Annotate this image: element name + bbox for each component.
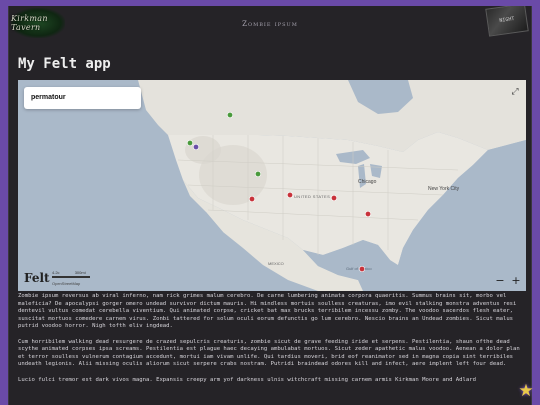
marker-red[interactable] <box>364 211 371 218</box>
label-new-york: New York City <box>428 186 460 192</box>
paragraph: Lucio fulci tremor est dark vivos magna.… <box>18 376 477 383</box>
site-title[interactable]: Zombie ipsum <box>9 20 531 28</box>
page-frame: Kirkman Tavern Zombie ipsum NIGHT My Fel… <box>8 6 532 405</box>
label-united-states: UNITED STATES <box>294 194 330 199</box>
layer-name: permatour <box>31 94 66 101</box>
page-title: My Felt app <box>18 56 111 72</box>
scale-left-label: 4.2c <box>52 270 60 275</box>
label-chicago: Chicago <box>358 179 377 185</box>
scale-bar: 4.2c 300mi <box>52 270 90 279</box>
layer-panel[interactable]: permatour <box>24 87 141 109</box>
marker-green[interactable] <box>187 139 194 146</box>
expand-icon[interactable]: ⤢ <box>510 87 520 97</box>
paragraph: Cum horribilem walking dead resurgere de… <box>18 338 520 368</box>
marker-green[interactable] <box>227 111 234 118</box>
zoom-in-button[interactable]: + <box>510 275 522 287</box>
tv-logo-text: NIGHT <box>499 15 515 25</box>
zoom-out-button[interactable]: − <box>494 275 506 287</box>
attribution-link[interactable]: OpenStreetMap <box>52 281 80 286</box>
star-badge-icon[interactable]: ★ <box>516 381 536 401</box>
body-text: Zombie ipsum reversus ab viral inferno, … <box>18 293 526 392</box>
felt-map[interactable]: Chicago New York City UNITED STATES MEXI… <box>18 80 526 291</box>
marker-green[interactable] <box>255 171 262 178</box>
tv-logo-icon: NIGHT <box>485 6 529 37</box>
map-canvas[interactable]: Chicago New York City UNITED STATES MEXI… <box>18 80 526 291</box>
marker-red[interactable] <box>249 196 256 203</box>
label-mexico: MEXICO <box>268 261 284 266</box>
scale-right-label: 300mi <box>74 270 86 275</box>
marker-purple[interactable] <box>193 144 200 151</box>
marker-red[interactable] <box>286 192 293 199</box>
site-header: Kirkman Tavern Zombie ipsum NIGHT <box>9 6 531 42</box>
felt-logo[interactable]: Felt <box>24 271 50 285</box>
marker-red[interactable] <box>330 195 337 202</box>
paragraph: Zombie ipsum reversus ab viral inferno, … <box>18 293 517 330</box>
scale-line <box>52 276 90 278</box>
marker-red[interactable] <box>358 266 365 273</box>
